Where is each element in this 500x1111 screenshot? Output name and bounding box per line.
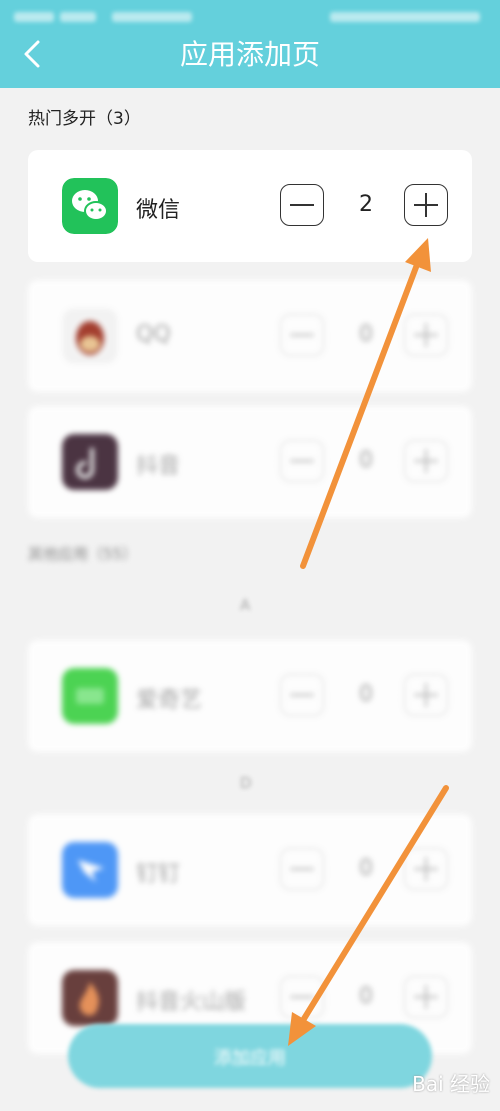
arrow-to-plus xyxy=(300,238,431,569)
arrow-to-add-button xyxy=(288,785,449,1046)
annotation-arrows xyxy=(288,238,449,1046)
baidu-watermark: Bai 经验 xyxy=(412,1072,490,1096)
